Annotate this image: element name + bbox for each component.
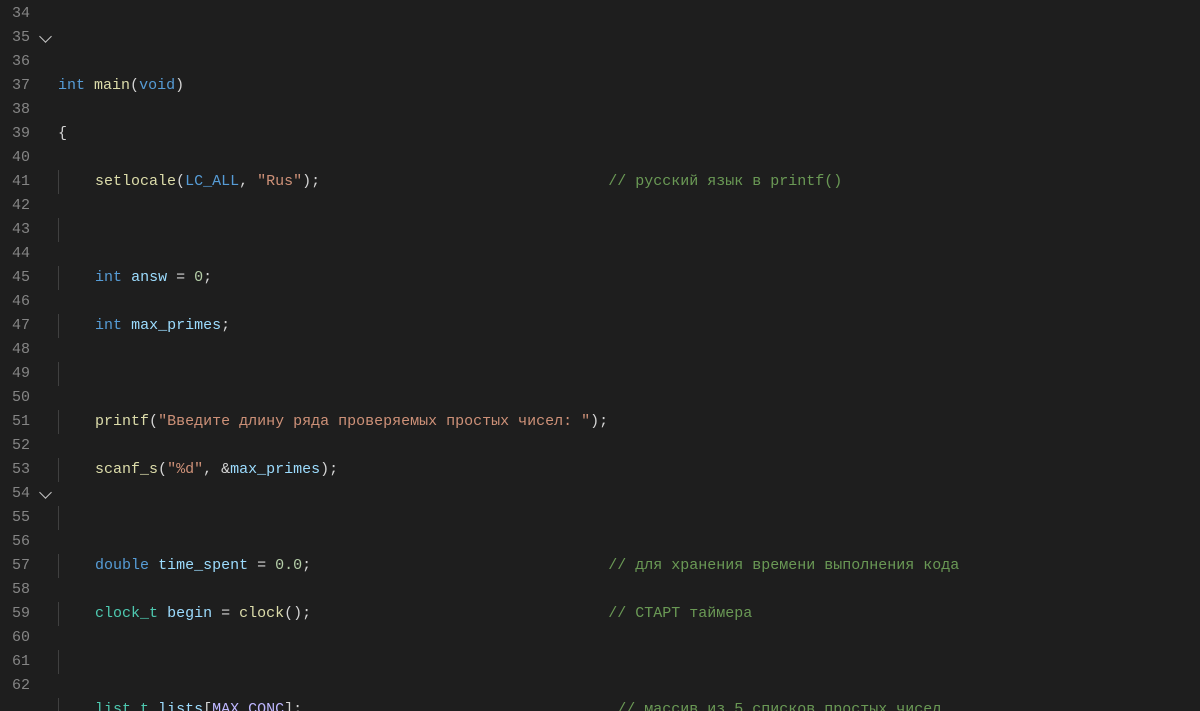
line-number: 39 bbox=[0, 122, 30, 146]
code-line[interactable]: int answ = 0; bbox=[58, 266, 1200, 290]
code-line[interactable]: clock_t begin = clock(); // СТАРТ таймер… bbox=[58, 602, 1200, 626]
line-number: 45 bbox=[0, 266, 30, 290]
code-editor[interactable]: 34 35 36 37 38 39 40 41 42 43 44 45 46 4… bbox=[0, 0, 1200, 711]
line-number: 41 bbox=[0, 170, 30, 194]
line-number: 61 bbox=[0, 650, 30, 674]
line-number: 55 bbox=[0, 506, 30, 530]
line-number: 36 bbox=[0, 50, 30, 74]
chevron-down-icon bbox=[39, 30, 52, 43]
code-line[interactable] bbox=[58, 26, 1200, 50]
line-number: 38 bbox=[0, 98, 30, 122]
code-line[interactable] bbox=[58, 218, 1200, 242]
code-line[interactable]: list_t lists[MAX_CONC]; // массив из 5 с… bbox=[58, 698, 1200, 711]
code-line[interactable] bbox=[58, 650, 1200, 674]
line-number: 49 bbox=[0, 362, 30, 386]
line-number: 56 bbox=[0, 530, 30, 554]
line-number: 37 bbox=[0, 74, 30, 98]
line-number: 54 bbox=[0, 482, 30, 506]
line-number: 50 bbox=[0, 386, 30, 410]
line-number: 58 bbox=[0, 578, 30, 602]
fold-gutter bbox=[38, 0, 52, 711]
line-number: 62 bbox=[0, 674, 30, 698]
code-area[interactable]: int main(void) { setlocale(LC_ALL, "Rus"… bbox=[52, 0, 1200, 711]
code-line[interactable] bbox=[58, 506, 1200, 530]
line-number: 52 bbox=[0, 434, 30, 458]
code-line[interactable]: scanf_s("%d", &max_primes); bbox=[58, 458, 1200, 482]
code-line[interactable]: int main(void) bbox=[58, 74, 1200, 98]
code-line[interactable]: printf("Введите длину ряда проверяемых п… bbox=[58, 410, 1200, 434]
line-number: 46 bbox=[0, 290, 30, 314]
code-line[interactable]: int max_primes; bbox=[58, 314, 1200, 338]
code-line[interactable]: setlocale(LC_ALL, "Rus"); // русский язы… bbox=[58, 170, 1200, 194]
line-number: 53 bbox=[0, 458, 30, 482]
line-number: 42 bbox=[0, 194, 30, 218]
line-number: 34 bbox=[0, 2, 30, 26]
line-number: 40 bbox=[0, 146, 30, 170]
line-number: 60 bbox=[0, 626, 30, 650]
line-number: 47 bbox=[0, 314, 30, 338]
line-number: 59 bbox=[0, 602, 30, 626]
line-number-gutter: 34 35 36 37 38 39 40 41 42 43 44 45 46 4… bbox=[0, 0, 38, 711]
code-line[interactable] bbox=[58, 362, 1200, 386]
fold-toggle[interactable] bbox=[38, 482, 52, 506]
line-number: 57 bbox=[0, 554, 30, 578]
line-number: 51 bbox=[0, 410, 30, 434]
line-number: 48 bbox=[0, 338, 30, 362]
code-line[interactable]: { bbox=[58, 122, 1200, 146]
line-number: 35 bbox=[0, 26, 30, 50]
chevron-down-icon bbox=[39, 486, 52, 499]
fold-toggle[interactable] bbox=[38, 26, 52, 50]
code-line[interactable]: double time_spent = 0.0; // для хранения… bbox=[58, 554, 1200, 578]
line-number: 44 bbox=[0, 242, 30, 266]
line-number: 43 bbox=[0, 218, 30, 242]
